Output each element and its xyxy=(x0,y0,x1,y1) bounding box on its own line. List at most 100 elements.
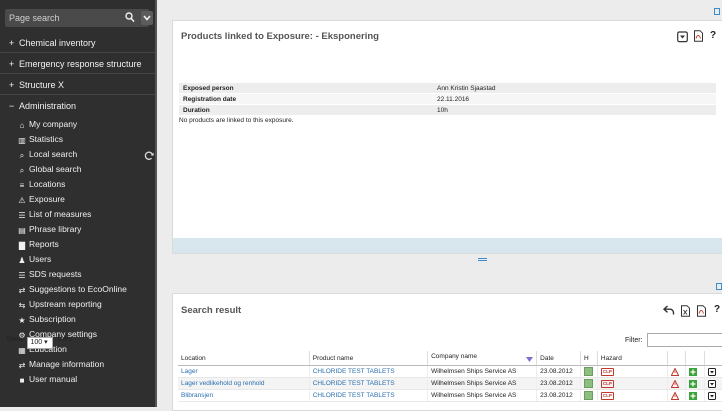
add-icon[interactable] xyxy=(689,391,698,400)
lines-label: lines xyxy=(57,336,72,343)
sidebar-item-sds-requests[interactable]: ☰ SDS requests xyxy=(0,267,157,282)
hazard-cell: CLP xyxy=(597,389,668,402)
location-link[interactable]: Lager xyxy=(178,365,310,378)
filter-input[interactable] xyxy=(647,333,722,347)
warning-triangle-icon[interactable] xyxy=(670,366,679,376)
sidebar-item-user-manual[interactable]: ■ User manual xyxy=(0,372,157,387)
location-link[interactable]: Blibransjen xyxy=(178,389,310,402)
panel-toggle-icon[interactable] xyxy=(714,8,720,15)
column-header-h[interactable]: H xyxy=(580,351,598,366)
sidebar-item-reports[interactable]: ▇ Reports xyxy=(0,237,157,252)
sidebar-item-manage-information[interactable]: ⇄ Manage information xyxy=(0,357,157,372)
sidebar-item-label: Exposure xyxy=(29,194,65,204)
sidebar-item-subscription[interactable]: ★ Subscription xyxy=(0,312,157,327)
table-row[interactable]: Lager CHLORIDE TEST TABLETS Wilhelmsen S… xyxy=(178,365,722,378)
location-link[interactable]: Lager vedlikehold og renhold xyxy=(178,377,310,390)
exchange-icon: ⇄ xyxy=(18,361,26,370)
column-header-product-name[interactable]: Product name xyxy=(309,351,429,366)
magnifier-icon: ⌕ xyxy=(19,166,25,175)
sidebar-item-suggestions[interactable]: ⇄ Suggestions to EcoOnline xyxy=(0,282,157,297)
back-icon[interactable] xyxy=(662,304,675,316)
product-link[interactable]: CHLORIDE TEST TABLETS xyxy=(309,365,429,378)
sidebar-item-my-company[interactable]: ⌂ My company xyxy=(0,117,157,132)
sidebar-item-users[interactable]: ♟ Users xyxy=(0,252,157,267)
search-icon[interactable] xyxy=(125,12,135,23)
expand-icon: + xyxy=(9,59,15,69)
help-icon[interactable]: ? xyxy=(714,304,722,316)
sidebar-item-phrase-library[interactable]: ▤ Phrase library xyxy=(0,222,157,237)
pdf-icon[interactable] xyxy=(693,30,704,42)
table-row[interactable]: Blibransjen CHLORIDE TEST TABLETS Wilhel… xyxy=(178,389,722,402)
sidebar-section-label: Structure X xyxy=(19,80,65,90)
h-cell xyxy=(580,377,598,390)
table-row[interactable]: Lager vedlikehold og renhold CHLORIDE TE… xyxy=(178,377,722,390)
details-row: Exposed person Ann Kristin Sjaastad xyxy=(179,83,716,94)
page-search-box xyxy=(5,9,153,27)
details-value: 10h xyxy=(433,104,716,116)
details-label: Duration xyxy=(179,104,433,116)
add-icon[interactable] xyxy=(689,379,698,388)
dropdown-icon[interactable] xyxy=(708,391,717,400)
sidebar-item-exposure[interactable]: ⚠ Exposure xyxy=(0,192,157,207)
action-cell xyxy=(685,377,706,390)
sidebar-item-label: Phrase library xyxy=(29,224,82,234)
help-icon[interactable]: ? xyxy=(710,30,721,42)
warning-triangle-icon[interactable] xyxy=(670,378,679,388)
sort-desc-icon xyxy=(526,357,534,363)
sidebar-item-global-search[interactable]: ⌕ Global search xyxy=(0,162,157,177)
chevron-down-icon[interactable] xyxy=(141,11,153,25)
sidebar-section-chemical-inventory[interactable]: + Chemical inventory xyxy=(0,33,157,53)
column-header-label: Company name xyxy=(431,353,477,360)
collapse-panel-icon[interactable] xyxy=(677,31,688,43)
sidebar-section-structure-x[interactable]: + Structure X xyxy=(0,75,157,95)
sidebar-item-local-search[interactable]: ⌕ Local search xyxy=(0,147,157,162)
h-cell xyxy=(580,365,598,378)
action-cell xyxy=(704,389,722,402)
collapse-icon: − xyxy=(9,101,15,111)
sidebar-item-label: Users xyxy=(29,254,52,264)
show-label: Show xyxy=(6,336,24,343)
dropdown-icon[interactable] xyxy=(708,379,717,388)
add-icon[interactable] xyxy=(689,367,698,376)
date-cell: 23.08.2012 xyxy=(536,389,581,402)
excel-icon[interactable] xyxy=(680,305,691,317)
date-cell: 23.08.2012 xyxy=(536,377,581,390)
dropdown-icon[interactable] xyxy=(708,367,717,376)
company-cell: Wilhelmsen Ships Service AS xyxy=(427,377,538,390)
sidebar-item-label: My company xyxy=(29,119,78,129)
sidebar-item-label: Global search xyxy=(29,164,82,174)
warning-triangle-icon[interactable] xyxy=(670,390,679,400)
sidebar-item-statistics[interactable]: ▥ Statistics xyxy=(0,132,157,147)
star-icon: ★ xyxy=(18,316,26,325)
details-row: Duration 10h xyxy=(179,104,716,116)
column-header-hazard[interactable]: Hazard xyxy=(597,351,668,366)
table-header-row: Location Product name Company name Date … xyxy=(178,351,722,366)
clp-hazard-badge: CLP xyxy=(600,367,614,376)
column-header-action-2 xyxy=(685,351,706,366)
sidebar-item-list-of-measures[interactable]: ☰ List of measures xyxy=(0,207,157,222)
sidebar-scrollbar[interactable] xyxy=(155,0,157,407)
panel-toggle-icon[interactable] xyxy=(716,283,722,290)
column-header-location[interactable]: Location xyxy=(178,351,310,366)
column-header-company-name[interactable]: Company name xyxy=(427,351,538,366)
panel-splitter-handle[interactable] xyxy=(478,258,487,262)
lines-per-page-select[interactable]: 100 ▾ xyxy=(27,337,54,349)
page-search-input[interactable] xyxy=(5,9,117,27)
pdf-icon[interactable] xyxy=(696,305,707,317)
sidebar-section-emergency-response[interactable]: + Emergency response structure xyxy=(0,54,157,74)
action-cell xyxy=(667,365,687,378)
sidebar-item-upstream-reporting[interactable]: ⇆ Upstream reporting xyxy=(0,297,157,312)
sidebar-item-label: Subscription xyxy=(29,314,76,324)
book-icon: ▤ xyxy=(18,226,26,235)
refresh-icon[interactable] xyxy=(144,151,154,161)
sidebar-section-administration[interactable]: − Administration xyxy=(0,96,157,116)
product-link[interactable]: CHLORIDE TEST TABLETS xyxy=(309,389,429,402)
exchange-icon: ⇆ xyxy=(18,301,26,310)
column-header-action-3 xyxy=(704,351,722,366)
product-link[interactable]: CHLORIDE TEST TABLETS xyxy=(309,377,429,390)
list-icon: ☰ xyxy=(18,271,26,280)
column-header-date[interactable]: Date xyxy=(536,351,581,366)
sidebar-item-locations[interactable]: ≡ Locations xyxy=(0,177,157,192)
list-icon: ☰ xyxy=(18,211,26,220)
exposure-details-table: Exposed person Ann Kristin Sjaastad Regi… xyxy=(179,83,716,116)
